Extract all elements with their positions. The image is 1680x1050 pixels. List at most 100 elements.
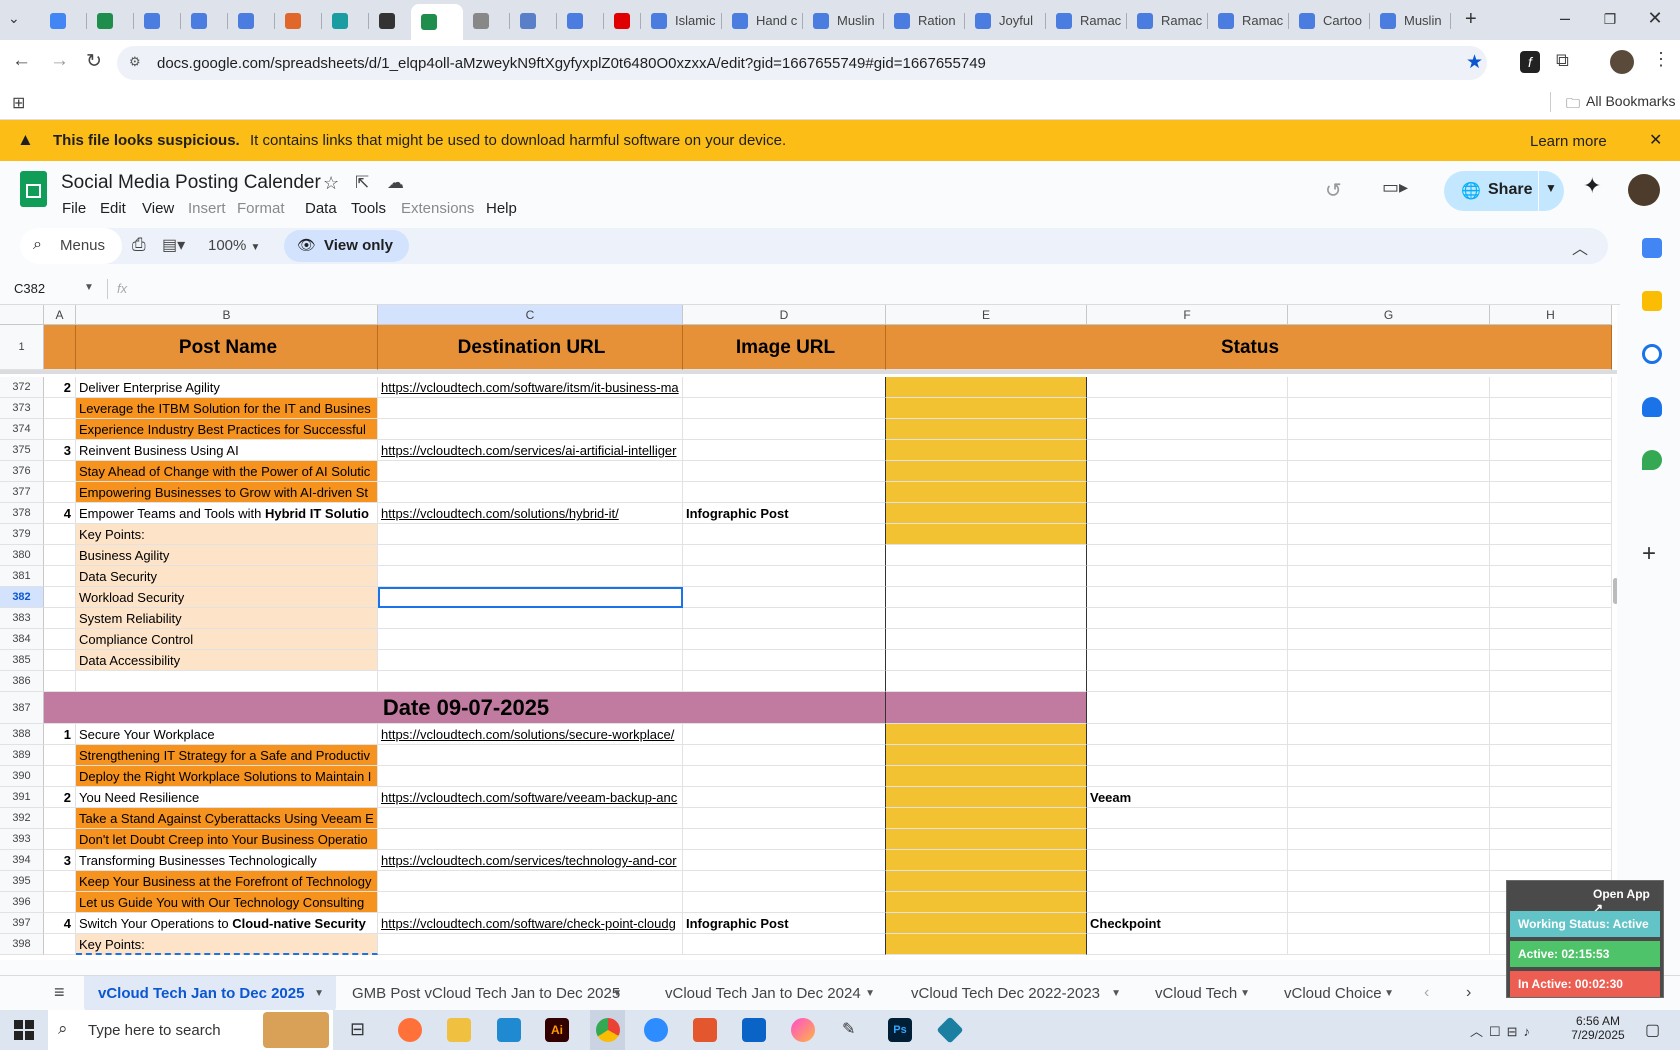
cell-a[interactable]: [44, 650, 76, 671]
cell-a[interactable]: [44, 419, 76, 440]
cell-c[interactable]: [378, 934, 683, 955]
sheet-tab-dropdown-icon[interactable]: ▼: [1111, 976, 1121, 1011]
cell-b[interactable]: Take a Stand Against Cyberattacks Using …: [76, 808, 378, 829]
cell-b[interactable]: You Need Resilience: [76, 787, 378, 808]
cell-h[interactable]: [1490, 461, 1612, 482]
cell-g[interactable]: [1288, 692, 1490, 724]
destination-url-link[interactable]: https://vcloudtech.com/services/technolo…: [381, 853, 677, 868]
cell-f[interactable]: [1087, 440, 1288, 461]
cell-h[interactable]: [1490, 398, 1612, 419]
illustrator-icon[interactable]: Ai: [545, 1018, 569, 1042]
column-header-c[interactable]: C: [378, 305, 683, 325]
row-header[interactable]: 1: [0, 325, 44, 370]
cell-c[interactable]: https://vcloudtech.com/software/itsm/it-…: [378, 377, 683, 398]
cell-h[interactable]: [1490, 482, 1612, 503]
cell-c[interactable]: [378, 566, 683, 587]
row-header[interactable]: 391: [0, 787, 44, 808]
cell-a[interactable]: [44, 671, 76, 692]
header-post-name[interactable]: Post Name: [76, 325, 378, 370]
menu-edit[interactable]: Edit: [100, 200, 126, 217]
cell-b[interactable]: Reinvent Business Using AI: [76, 440, 378, 461]
cell-a[interactable]: [44, 398, 76, 419]
row-header[interactable]: 385: [0, 650, 44, 671]
cell-b[interactable]: Don't let Doubt Creep into Your Business…: [76, 829, 378, 850]
maximize-icon[interactable]: ❐: [1590, 11, 1630, 28]
row-header[interactable]: 395: [0, 871, 44, 892]
cell-h[interactable]: [1490, 745, 1612, 766]
browser-tab[interactable]: [369, 7, 411, 34]
cell-b[interactable]: Stay Ahead of Change with the Power of A…: [76, 461, 378, 482]
cell-e[interactable]: [886, 440, 1087, 461]
cell-g[interactable]: [1288, 934, 1490, 955]
row-header[interactable]: 389: [0, 745, 44, 766]
vscode-icon[interactable]: [497, 1018, 521, 1042]
row-header[interactable]: 379: [0, 524, 44, 545]
cell-c[interactable]: [378, 545, 683, 566]
cell-e[interactable]: [886, 629, 1087, 650]
cell-h[interactable]: [1490, 724, 1612, 745]
cell-f[interactable]: [1087, 482, 1288, 503]
cell-a[interactable]: [44, 829, 76, 850]
cell-g[interactable]: [1288, 377, 1490, 398]
pen-tool-icon[interactable]: ✎: [842, 1019, 855, 1039]
cell-a[interactable]: [44, 871, 76, 892]
cell-d[interactable]: [683, 724, 886, 745]
cell-f[interactable]: [1087, 850, 1288, 871]
cell-h[interactable]: [1490, 629, 1612, 650]
cell-a[interactable]: [44, 766, 76, 787]
cell-g[interactable]: [1288, 745, 1490, 766]
destination-url-link[interactable]: https://vcloudtech.com/software/itsm/it-…: [381, 380, 679, 395]
cell-d[interactable]: [683, 745, 886, 766]
cell-g[interactable]: [1288, 608, 1490, 629]
browser-tab[interactable]: Ramac: [1046, 7, 1127, 34]
version-history-icon[interactable]: ↺: [1325, 178, 1342, 203]
all-bookmarks-button[interactable]: 🗀 All Bookmarks: [1566, 93, 1675, 117]
cell-g[interactable]: [1288, 766, 1490, 787]
menu-data[interactable]: Data: [305, 200, 337, 217]
cell-d[interactable]: [683, 787, 886, 808]
row-header[interactable]: 394: [0, 850, 44, 871]
corner-cell[interactable]: [0, 305, 44, 325]
omnibox[interactable]: ⚙ docs.google.com/spreadsheets/d/1_elqp4…: [117, 46, 1487, 80]
tab-search-icon[interactable]: ⌄: [8, 10, 20, 27]
close-banner-icon[interactable]: ✕: [1649, 130, 1662, 150]
cell-f[interactable]: [1087, 808, 1288, 829]
cell-b[interactable]: Strengthening IT Strategy for a Safe and…: [76, 745, 378, 766]
cell-f[interactable]: [1087, 892, 1288, 913]
cell-f[interactable]: [1087, 871, 1288, 892]
calendar-icon[interactable]: [1642, 238, 1662, 258]
cell-g[interactable]: [1288, 398, 1490, 419]
vertical-scrollbar-thumb[interactable]: [1613, 578, 1617, 604]
cell-e[interactable]: [886, 692, 1087, 724]
gemini-icon[interactable]: ✦: [1583, 173, 1601, 199]
cell-g[interactable]: [1288, 850, 1490, 871]
browser-tab[interactable]: Ration: [884, 7, 965, 34]
cell-e[interactable]: [886, 671, 1087, 692]
meet-icon[interactable]: ▭▸: [1382, 177, 1408, 198]
cell-g[interactable]: [1288, 724, 1490, 745]
cell-e[interactable]: [886, 377, 1087, 398]
cell-c[interactable]: https://vcloudtech.com/solutions/hybrid-…: [378, 503, 683, 524]
cell-a[interactable]: [44, 587, 76, 608]
row-header[interactable]: 387: [0, 692, 44, 724]
name-box[interactable]: C382: [14, 281, 45, 296]
browser-tab[interactable]: Hand c: [722, 7, 803, 34]
notifications-icon[interactable]: ▢: [1645, 1020, 1660, 1040]
cell-c[interactable]: [378, 871, 683, 892]
cell-b[interactable]: System Reliability: [76, 608, 378, 629]
cell-e[interactable]: [886, 419, 1087, 440]
cell-e[interactable]: [886, 934, 1087, 955]
file-explorer-icon[interactable]: [447, 1018, 471, 1042]
cell-a[interactable]: 4: [44, 503, 76, 524]
header-status[interactable]: Status: [886, 325, 1612, 370]
cell-c[interactable]: https://vcloudtech.com/solutions/secure-…: [378, 724, 683, 745]
cell-d[interactable]: [683, 608, 886, 629]
cell-h[interactable]: [1490, 650, 1612, 671]
cell-a[interactable]: [44, 524, 76, 545]
browser-tab[interactable]: [275, 7, 322, 34]
forward-icon[interactable]: →: [50, 50, 69, 72]
cell-d[interactable]: [683, 461, 886, 482]
cell-c[interactable]: [378, 482, 683, 503]
cell-b[interactable]: Business Agility: [76, 545, 378, 566]
header-destination-url[interactable]: Destination URL: [378, 325, 683, 370]
